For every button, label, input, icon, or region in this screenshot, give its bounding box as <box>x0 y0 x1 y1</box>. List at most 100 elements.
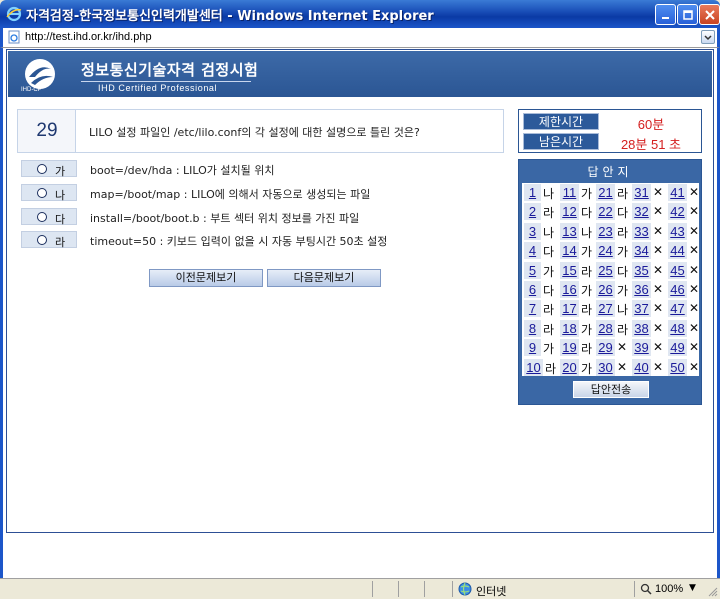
minimize-button[interactable] <box>655 4 676 25</box>
answer-cell[interactable]: 43 ✕ <box>668 222 702 241</box>
answer-cell[interactable]: 29 ✕ <box>596 338 630 357</box>
answer-number-link[interactable]: 2 <box>524 203 541 221</box>
answer-cell[interactable]: 42 ✕ <box>668 202 702 221</box>
answer-cell[interactable]: 18 가 <box>560 319 594 338</box>
resize-grip-icon[interactable] <box>706 585 718 597</box>
option-selector[interactable]: 가 <box>21 160 77 178</box>
answer-cell[interactable]: 34 ✕ <box>632 241 666 260</box>
answer-cell[interactable]: 15 라 <box>560 261 594 280</box>
answer-number-link[interactable]: 8 <box>524 319 541 337</box>
answer-number-link[interactable]: 5 <box>524 261 541 279</box>
answer-number-link[interactable]: 49 <box>668 339 687 357</box>
answer-cell[interactable]: 19 라 <box>560 338 594 357</box>
next-question-button[interactable]: 다음문제보기 <box>267 269 381 287</box>
answer-cell[interactable]: 41 ✕ <box>668 183 702 202</box>
answer-number-link[interactable]: 42 <box>668 203 687 221</box>
answer-number-link[interactable]: 3 <box>524 222 541 240</box>
answer-cell[interactable]: 22 다 <box>596 202 630 221</box>
answer-number-link[interactable]: 30 <box>596 358 615 376</box>
address-dropdown-button[interactable] <box>701 30 715 44</box>
answer-cell[interactable]: 2라 <box>524 202 558 221</box>
answer-cell[interactable]: 12 다 <box>560 202 594 221</box>
answer-cell[interactable]: 36 ✕ <box>632 280 666 299</box>
answer-number-link[interactable]: 22 <box>596 203 615 221</box>
answer-number-link[interactable]: 40 <box>632 358 651 376</box>
answer-cell[interactable]: 37 ✕ <box>632 299 666 318</box>
option-row[interactable]: 가 boot=/dev/hda : LILO가 설치될 위치 <box>17 158 504 178</box>
answer-cell[interactable]: 9가 <box>524 338 558 357</box>
answer-cell[interactable]: 13 나 <box>560 222 594 241</box>
title-bar[interactable]: 자격검정-한국정보통신인력개발센터 - Windows Internet Exp… <box>0 0 720 28</box>
answer-number-link[interactable]: 28 <box>596 319 615 337</box>
url-text[interactable]: http://test.ihd.or.kr/ihd.php <box>25 31 152 43</box>
answer-cell[interactable]: 27 나 <box>596 299 630 318</box>
answer-cell[interactable]: 33 ✕ <box>632 222 666 241</box>
address-bar[interactable]: http://test.ihd.or.kr/ihd.php <box>0 28 720 48</box>
zoom-dropdown-icon[interactable]: ▼ <box>689 583 696 593</box>
answer-cell[interactable]: 45 ✕ <box>668 261 702 280</box>
answer-number-link[interactable]: 11 <box>560 184 579 201</box>
answer-cell[interactable]: 46 ✕ <box>668 280 702 299</box>
answer-cell[interactable]: 39 ✕ <box>632 338 666 357</box>
answer-cell[interactable]: 35 ✕ <box>632 261 666 280</box>
answer-number-link[interactable]: 34 <box>632 242 651 260</box>
answer-number-link[interactable]: 39 <box>632 339 651 357</box>
answer-cell[interactable]: 48 ✕ <box>668 319 702 338</box>
answer-number-link[interactable]: 13 <box>560 222 579 240</box>
answer-cell[interactable]: 26 가 <box>596 280 630 299</box>
option-selector[interactable]: 다 <box>21 208 77 226</box>
answer-number-link[interactable]: 20 <box>560 358 579 376</box>
answer-number-link[interactable]: 21 <box>596 184 615 201</box>
answer-number-link[interactable]: 23 <box>596 222 615 240</box>
option-radio[interactable] <box>37 164 47 174</box>
answer-cell[interactable]: 23 라 <box>596 222 630 241</box>
answer-number-link[interactable]: 27 <box>596 300 615 318</box>
answer-cell[interactable]: 28 라 <box>596 319 630 338</box>
answer-number-link[interactable]: 12 <box>560 203 579 221</box>
answer-number-link[interactable]: 17 <box>560 300 579 318</box>
answer-number-link[interactable]: 46 <box>668 281 687 298</box>
answer-number-link[interactable]: 50 <box>668 358 687 376</box>
answer-cell[interactable]: 4다 <box>524 241 558 260</box>
answer-cell[interactable]: 16 가 <box>560 280 594 299</box>
answer-cell[interactable]: 5가 <box>524 261 558 280</box>
answer-cell[interactable]: 21 라 <box>596 183 630 202</box>
answer-number-link[interactable]: 10 <box>524 358 543 376</box>
answer-number-link[interactable]: 14 <box>560 242 579 260</box>
answer-cell[interactable]: 44 ✕ <box>668 241 702 260</box>
answer-cell[interactable]: 50 ✕ <box>668 358 702 377</box>
answer-number-link[interactable]: 38 <box>632 319 651 337</box>
answer-cell[interactable]: 47 ✕ <box>668 299 702 318</box>
answer-cell[interactable]: 3나 <box>524 222 558 241</box>
answer-number-link[interactable]: 47 <box>668 300 687 318</box>
answer-number-link[interactable]: 36 <box>632 281 651 298</box>
prev-question-button[interactable]: 이전문제보기 <box>149 269 263 287</box>
answer-cell[interactable]: 49 ✕ <box>668 338 702 357</box>
answer-number-link[interactable]: 24 <box>596 242 615 260</box>
answer-cell[interactable]: 1나 <box>524 183 558 202</box>
answer-number-link[interactable]: 9 <box>524 339 541 357</box>
zoom-icon[interactable] <box>640 583 652 595</box>
answer-cell[interactable]: 7라 <box>524 299 558 318</box>
zoom-level[interactable]: 100% <box>655 583 683 595</box>
answer-number-link[interactable]: 41 <box>668 184 687 201</box>
answer-number-link[interactable]: 48 <box>668 319 687 337</box>
answer-number-link[interactable]: 25 <box>596 261 615 279</box>
answer-number-link[interactable]: 44 <box>668 242 687 260</box>
answer-cell[interactable]: 6다 <box>524 280 558 299</box>
answer-cell[interactable]: 8라 <box>524 319 558 338</box>
answer-cell[interactable]: 31 ✕ <box>632 183 666 202</box>
answer-number-link[interactable]: 26 <box>596 281 615 298</box>
answer-number-link[interactable]: 6 <box>524 281 541 298</box>
answer-cell[interactable]: 38 ✕ <box>632 319 666 338</box>
option-selector[interactable]: 나 <box>21 184 77 202</box>
answer-number-link[interactable]: 31 <box>632 184 651 201</box>
close-button[interactable] <box>699 4 720 25</box>
option-radio[interactable] <box>37 235 47 245</box>
option-row[interactable]: 나 map=/boot/map : LILO에 의해서 자동으로 생성되는 파일 <box>17 182 504 202</box>
answer-cell[interactable]: 14 가 <box>560 241 594 260</box>
answer-cell[interactable]: 11 가 <box>560 183 594 202</box>
answer-number-link[interactable]: 43 <box>668 222 687 240</box>
answer-cell[interactable]: 24 가 <box>596 241 630 260</box>
answer-number-link[interactable]: 16 <box>560 281 579 298</box>
